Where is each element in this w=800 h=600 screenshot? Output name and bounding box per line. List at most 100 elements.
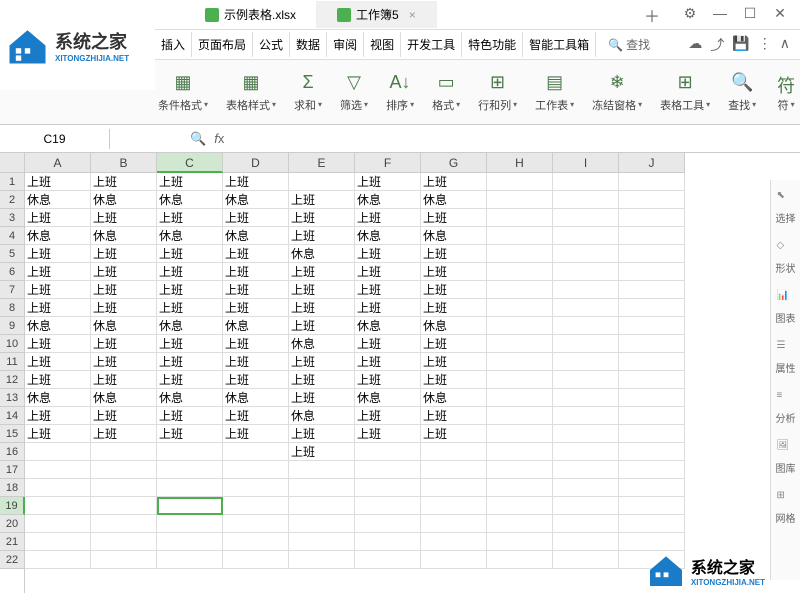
select-all-corner[interactable] [0, 153, 25, 173]
sidebar-shapes[interactable]: ◇形状 [776, 240, 796, 275]
cell[interactable] [553, 245, 619, 263]
cell[interactable]: 休息 [289, 407, 355, 425]
cell[interactable]: 上班 [25, 371, 91, 389]
tool-条件格式[interactable]: ▦条件格式▾ [158, 72, 208, 113]
cell[interactable] [91, 443, 157, 461]
cell[interactable] [223, 515, 289, 533]
cell[interactable]: 上班 [91, 173, 157, 191]
cell[interactable] [553, 497, 619, 515]
cell[interactable] [25, 461, 91, 479]
row-header[interactable]: 1 [0, 173, 25, 191]
cell[interactable]: 上班 [25, 245, 91, 263]
cell[interactable] [289, 173, 355, 191]
cell[interactable] [91, 461, 157, 479]
cell[interactable] [487, 461, 553, 479]
cell[interactable]: 上班 [289, 443, 355, 461]
cell[interactable] [487, 497, 553, 515]
cell[interactable]: 上班 [223, 425, 289, 443]
cell[interactable] [91, 551, 157, 569]
cell[interactable]: 上班 [157, 353, 223, 371]
cell[interactable]: 休息 [157, 227, 223, 245]
cell[interactable]: 休息 [355, 227, 421, 245]
cell[interactable]: 上班 [289, 227, 355, 245]
row-header[interactable]: 13 [0, 389, 25, 407]
column-header[interactable]: H [487, 153, 553, 173]
cell[interactable] [421, 443, 487, 461]
cell[interactable]: 上班 [421, 407, 487, 425]
cell[interactable] [553, 551, 619, 569]
cell[interactable] [289, 479, 355, 497]
cell[interactable]: 上班 [223, 245, 289, 263]
cell[interactable]: 休息 [91, 317, 157, 335]
cell[interactable] [619, 245, 685, 263]
cell[interactable] [223, 479, 289, 497]
cell[interactable]: 上班 [91, 209, 157, 227]
column-header[interactable]: I [553, 153, 619, 173]
expand-icon[interactable]: ∧ [780, 35, 790, 55]
cell[interactable]: 休息 [223, 191, 289, 209]
cell[interactable]: 上班 [157, 299, 223, 317]
cell[interactable] [157, 479, 223, 497]
row-header[interactable]: 15 [0, 425, 25, 443]
cell[interactable] [619, 371, 685, 389]
cell[interactable]: 上班 [355, 425, 421, 443]
cell[interactable] [619, 443, 685, 461]
cell[interactable] [487, 533, 553, 551]
menu-item[interactable]: 插入 [155, 32, 192, 57]
row-header[interactable]: 12 [0, 371, 25, 389]
sidebar-chart[interactable]: 📊图表 [776, 290, 796, 325]
cell[interactable]: 休息 [25, 227, 91, 245]
cell[interactable] [25, 533, 91, 551]
cell[interactable]: 上班 [157, 245, 223, 263]
cell[interactable]: 上班 [157, 371, 223, 389]
cell[interactable] [553, 461, 619, 479]
cell[interactable]: 上班 [157, 209, 223, 227]
tool-格式[interactable]: ▭格式▾ [432, 72, 460, 113]
cell[interactable]: 上班 [91, 281, 157, 299]
cell[interactable]: 上班 [289, 371, 355, 389]
cell[interactable] [421, 551, 487, 569]
menu-item[interactable]: 页面布局 [192, 32, 253, 57]
cell[interactable] [553, 263, 619, 281]
cell[interactable] [355, 479, 421, 497]
cell[interactable] [223, 551, 289, 569]
cell[interactable] [289, 533, 355, 551]
cell[interactable]: 上班 [223, 299, 289, 317]
save-icon[interactable]: 💾 [732, 35, 749, 55]
column-header[interactable]: G [421, 153, 487, 173]
cell[interactable] [619, 335, 685, 353]
cell[interactable]: 上班 [355, 299, 421, 317]
cell[interactable] [487, 371, 553, 389]
row-header[interactable]: 5 [0, 245, 25, 263]
row-header[interactable]: 8 [0, 299, 25, 317]
row-header[interactable]: 6 [0, 263, 25, 281]
cell[interactable] [619, 497, 685, 515]
cell[interactable]: 上班 [355, 335, 421, 353]
cell[interactable]: 上班 [25, 407, 91, 425]
menu-item[interactable]: 视图 [364, 32, 401, 57]
column-header[interactable]: C [157, 153, 223, 173]
cell[interactable] [91, 533, 157, 551]
cell[interactable]: 上班 [355, 371, 421, 389]
cell[interactable] [487, 281, 553, 299]
cell[interactable]: 上班 [91, 371, 157, 389]
cell[interactable] [619, 389, 685, 407]
row-header[interactable]: 7 [0, 281, 25, 299]
cell[interactable] [25, 479, 91, 497]
row-header[interactable]: 2 [0, 191, 25, 209]
cell[interactable]: 上班 [421, 245, 487, 263]
cell[interactable] [619, 173, 685, 191]
cell[interactable]: 上班 [91, 407, 157, 425]
cell[interactable] [619, 407, 685, 425]
cell[interactable] [553, 425, 619, 443]
cell[interactable] [619, 479, 685, 497]
cell[interactable] [619, 461, 685, 479]
cell[interactable] [553, 389, 619, 407]
cell[interactable] [553, 317, 619, 335]
row-header[interactable]: 17 [0, 461, 25, 479]
cell[interactable]: 上班 [157, 173, 223, 191]
row-header[interactable]: 14 [0, 407, 25, 425]
new-tab-button[interactable]: ＋ [634, 0, 670, 32]
cell[interactable]: 上班 [91, 299, 157, 317]
column-header[interactable]: A [25, 153, 91, 173]
